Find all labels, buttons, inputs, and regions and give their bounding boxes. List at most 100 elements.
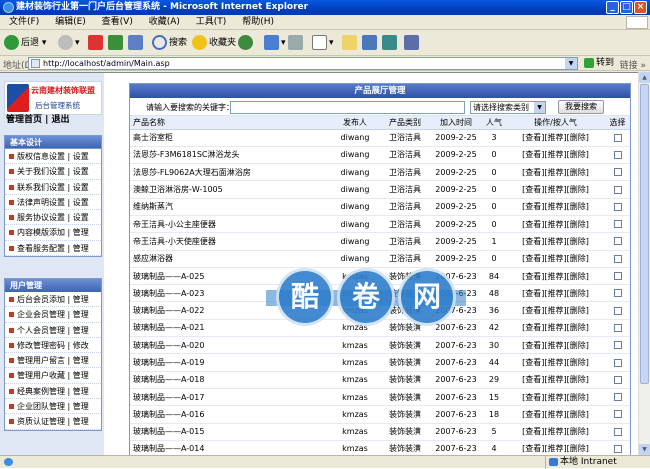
row-checkbox[interactable] (613, 289, 622, 298)
nav-item-legal[interactable]: 法律声明设置 | 设置 (5, 195, 101, 211)
nav-item-agreement[interactable]: 服务协议设置 | 设置 (5, 210, 101, 226)
cell-product-name[interactable]: 玻璃制品——A-019 (130, 353, 330, 372)
cell-actions[interactable]: [查看][推荐][删除] (506, 440, 605, 455)
menu-edit[interactable]: 编辑(E) (55, 17, 86, 27)
menu-tools[interactable]: 工具(T) (196, 17, 227, 27)
row-checkbox[interactable] (613, 306, 622, 315)
row-checkbox[interactable] (613, 410, 622, 419)
row-checkbox[interactable] (613, 272, 622, 281)
cell-actions[interactable]: [查看][推荐][删除] (506, 301, 605, 320)
row-checkbox[interactable] (613, 375, 622, 384)
nav-item-add-member[interactable]: 后台会员添加 | 管理 (5, 292, 101, 308)
search-input[interactable] (230, 101, 465, 114)
menu-help[interactable]: 帮助(H) (242, 17, 274, 27)
maximize-button[interactable]: □ (620, 1, 633, 14)
row-checkbox[interactable] (613, 133, 622, 142)
cell-product-name[interactable]: 玻璃制品——A-014 (130, 440, 330, 455)
cell-product-name[interactable]: 帝王洁具-小公主座便器 (130, 215, 330, 234)
nav-item-cases[interactable]: 经典案例管理 | 管理 (5, 384, 101, 400)
vertical-scrollbar[interactable]: ▲ ▼ (638, 72, 650, 455)
mail-button[interactable]: ▾ (264, 34, 286, 52)
forward-button[interactable]: ▾ (58, 34, 80, 52)
messenger-button[interactable] (362, 34, 379, 52)
cell-actions[interactable]: [查看][推荐][删除] (506, 405, 605, 424)
scroll-thumb[interactable] (640, 84, 649, 384)
cell-product-name[interactable]: 玻璃制品——A-023 (130, 284, 330, 303)
row-checkbox[interactable] (613, 168, 622, 177)
cell-product-name[interactable]: 澳鲸卫浴淋浴房-W-1005 (130, 180, 330, 199)
nav-item-company-members[interactable]: 企业会员管理 | 管理 (5, 307, 101, 323)
cell-actions[interactable]: [查看][推荐][删除] (506, 129, 605, 147)
row-checkbox[interactable] (613, 202, 622, 211)
history-button[interactable] (238, 34, 255, 52)
cell-actions[interactable]: [查看][推荐][删除] (506, 336, 605, 355)
cell-product-name[interactable]: 玻璃制品——A-021 (130, 319, 330, 338)
row-checkbox[interactable] (613, 220, 622, 229)
cell-product-name[interactable]: 高士浴室柜 (130, 129, 330, 147)
row-checkbox[interactable] (613, 427, 622, 436)
back-button[interactable]: 后退 ▾ (4, 34, 46, 52)
cell-product-name[interactable]: 法恩莎-F3M6181SC淋浴龙头 (130, 146, 330, 165)
cell-product-name[interactable]: 玻璃制品——A-020 (130, 336, 330, 355)
cell-product-name[interactable]: 玻璃制品——A-025 (130, 267, 330, 286)
minimize-button[interactable]: _ (606, 1, 619, 14)
cell-actions[interactable]: [查看][推荐][删除] (506, 198, 605, 216)
cell-product-name[interactable]: 玻璃制品——A-022 (130, 301, 330, 320)
search-button[interactable]: 搜索 (152, 34, 187, 52)
row-checkbox[interactable] (613, 150, 622, 159)
cell-actions[interactable]: [查看][推荐][删除] (506, 215, 605, 234)
row-checkbox[interactable] (613, 358, 622, 367)
refresh-button[interactable] (108, 34, 125, 52)
cell-actions[interactable]: [查看][推荐][删除] (506, 319, 605, 338)
nav-item-certification[interactable]: 资质认证管理 | 管理 (5, 414, 101, 430)
nav-item-messages[interactable]: 管理用户留言 | 管理 (5, 353, 101, 369)
scroll-up-icon[interactable]: ▲ (639, 72, 650, 83)
nav-item-template[interactable]: 内容模版添加 | 管理 (5, 225, 101, 241)
row-checkbox[interactable] (613, 185, 622, 194)
close-button[interactable]: × (634, 1, 647, 14)
cell-actions[interactable]: [查看][推荐][删除] (506, 388, 605, 407)
row-checkbox[interactable] (613, 254, 622, 263)
cell-product-name[interactable]: 法恩莎-FL9062A大理石面淋浴房 (130, 163, 330, 182)
nav-item-copyright[interactable]: 版权信息设置 | 设置 (5, 149, 101, 165)
research-button[interactable] (404, 34, 421, 52)
print-button[interactable] (288, 34, 305, 52)
menu-file[interactable]: 文件(F) (9, 17, 39, 27)
cell-actions[interactable]: [查看][推荐][删除] (506, 250, 605, 268)
nav-item-about[interactable]: 关于我们设置 | 设置 (5, 164, 101, 180)
row-checkbox[interactable] (613, 393, 622, 402)
cell-actions[interactable]: [查看][推荐][删除] (506, 163, 605, 182)
scroll-down-icon[interactable]: ▼ (639, 444, 650, 455)
row-checkbox[interactable] (613, 341, 622, 350)
top-links[interactable]: 管理首页 | 退出 (6, 112, 70, 125)
cell-actions[interactable]: [查看][推荐][删除] (506, 371, 605, 389)
stop-button[interactable] (88, 34, 105, 52)
search-button[interactable]: 我要搜索 (558, 100, 604, 114)
cell-product-name[interactable]: 玻璃制品——A-018 (130, 371, 330, 389)
cell-product-name[interactable]: 感应淋浴器 (130, 250, 330, 268)
row-checkbox[interactable] (613, 237, 622, 246)
nav-item-personal-members[interactable]: 个人会员管理 | 管理 (5, 323, 101, 338)
row-checkbox[interactable] (613, 444, 622, 453)
search-type-select[interactable]: 请选择搜索类别 ▼ (470, 101, 546, 114)
address-input[interactable]: http://localhost/admin/Main.asp ▼ (28, 57, 578, 70)
cell-actions[interactable]: [查看][推荐][删除] (506, 353, 605, 372)
menu-favorites[interactable]: 收藏(A) (149, 17, 180, 27)
nav-item-user-favorites[interactable]: 管理用户收藏 | 管理 (5, 368, 101, 384)
cell-actions[interactable]: [查看][推荐][删除] (506, 423, 605, 441)
cell-product-name[interactable]: 维纳斯蒸汽 (130, 198, 330, 216)
edit-button[interactable]: ▾ (312, 34, 334, 52)
go-button[interactable]: 转到 (584, 57, 614, 70)
cell-actions[interactable]: [查看][推荐][删除] (506, 267, 605, 286)
cell-actions[interactable]: [查看][推荐][删除] (506, 232, 605, 251)
cell-product-name[interactable]: 玻璃制品——A-017 (130, 388, 330, 407)
nav-item-contact[interactable]: 联系我们设置 | 设置 (5, 180, 101, 195)
nav-item-service-config[interactable]: 查看服务配置 | 管理 (5, 241, 101, 257)
nav-item-teams[interactable]: 企业团队管理 | 管理 (5, 399, 101, 415)
links-button[interactable]: 链接 » (620, 58, 646, 71)
home-button[interactable] (128, 34, 145, 52)
cell-actions[interactable]: [查看][推荐][删除] (506, 146, 605, 165)
row-checkbox[interactable] (613, 323, 622, 332)
cell-product-name[interactable]: 玻璃制品——A-015 (130, 423, 330, 441)
favorites-button[interactable]: 收藏夹 (192, 34, 236, 52)
